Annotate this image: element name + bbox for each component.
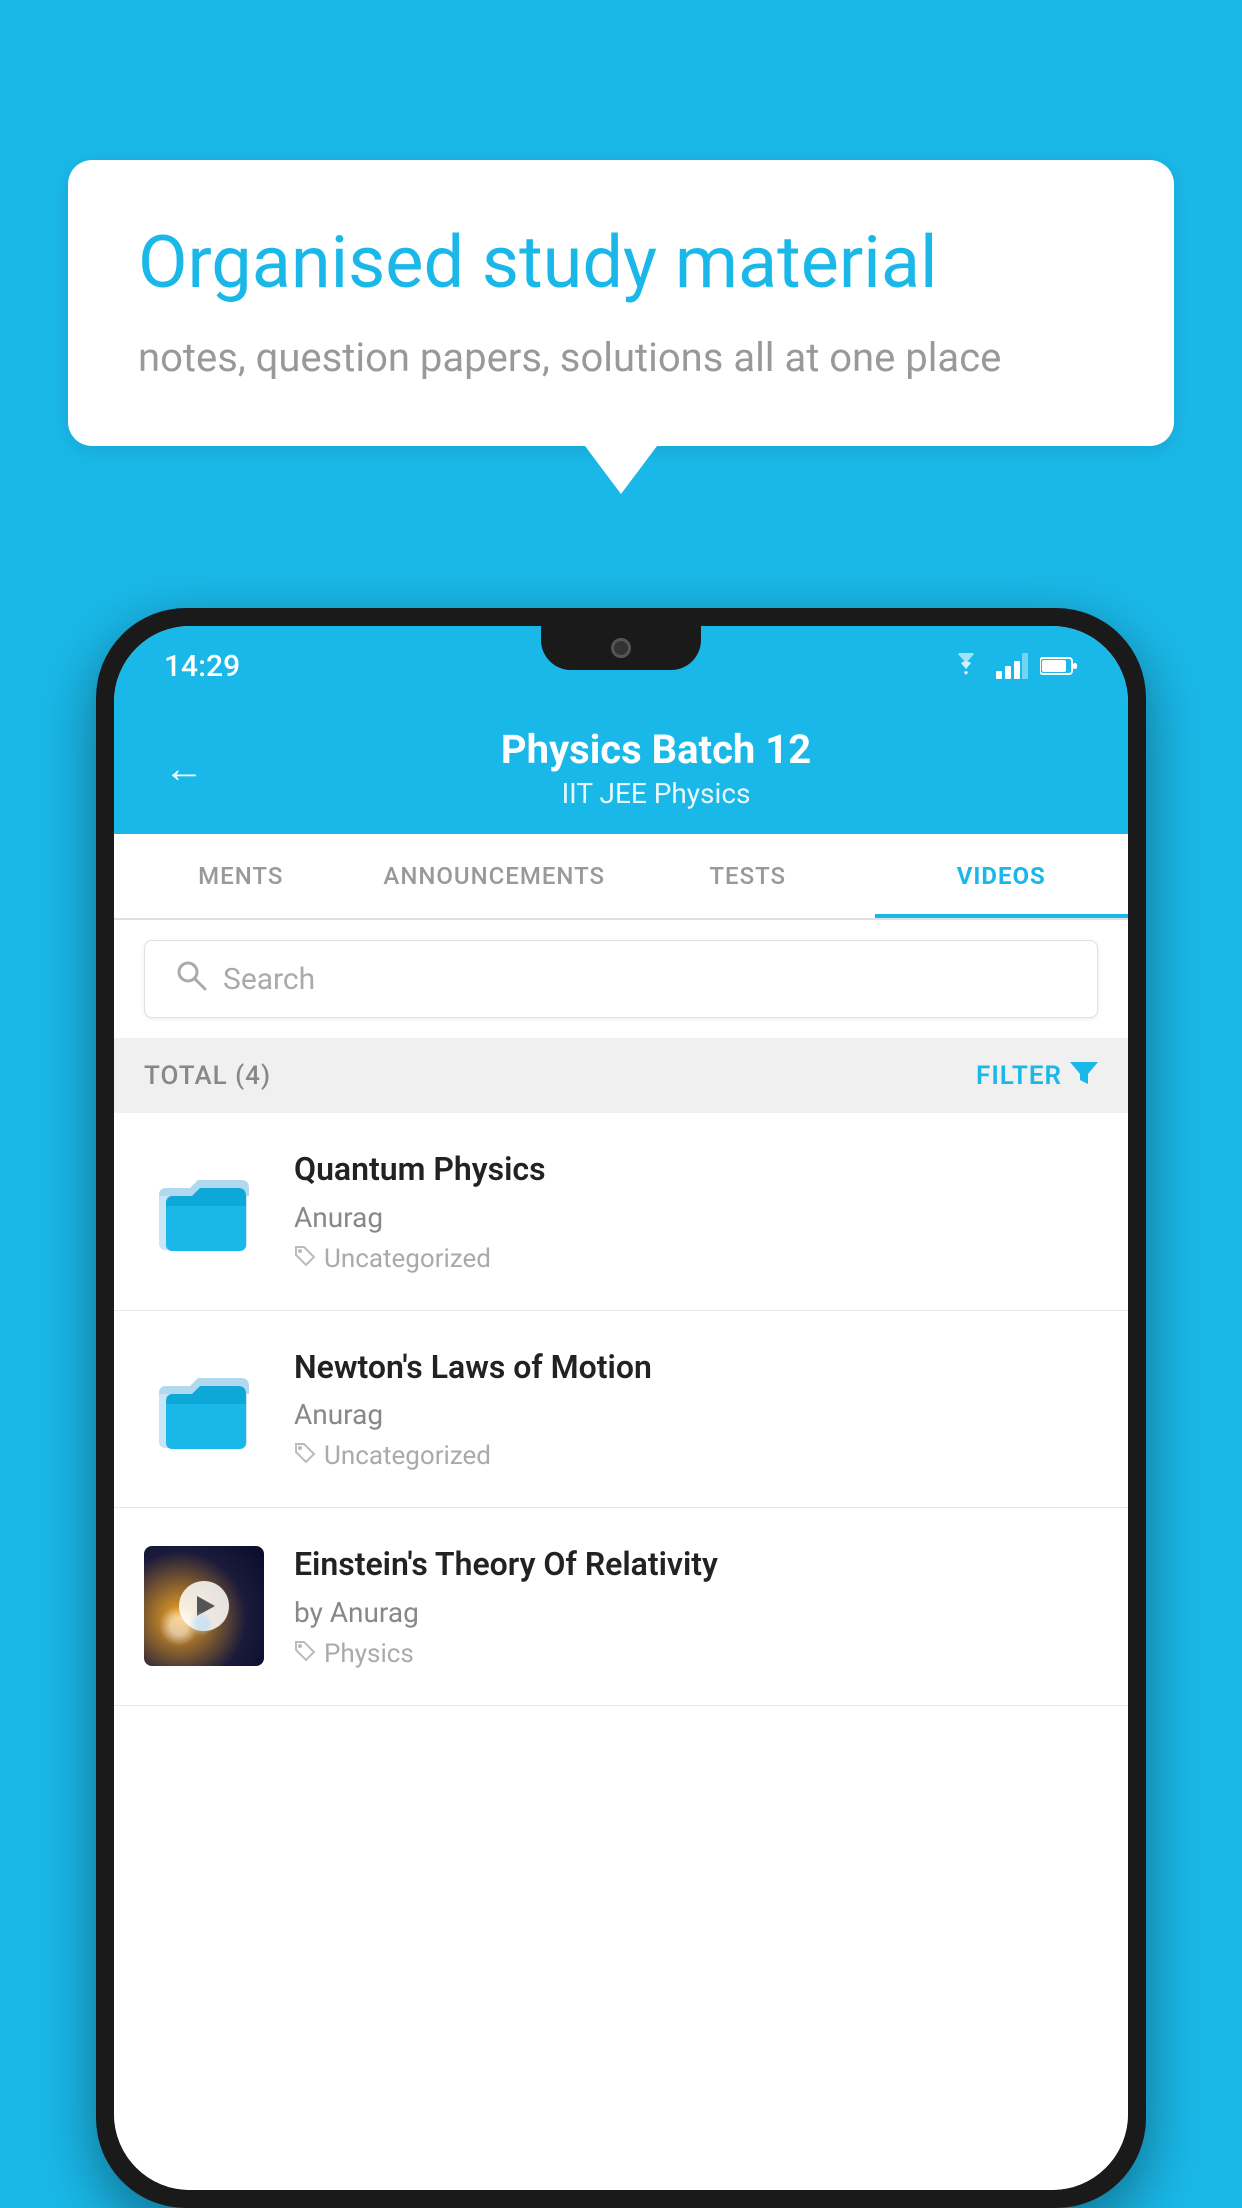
folder-icon-2: [154, 1364, 254, 1454]
video-info-3: Einstein's Theory Of Relativity by Anura…: [294, 1544, 1098, 1669]
tag-icon-2: [294, 1442, 316, 1470]
video-title-2: Newton's Laws of Motion: [294, 1347, 1098, 1389]
list-item[interactable]: Einstein's Theory Of Relativity by Anura…: [114, 1508, 1128, 1706]
video-author-1: Anurag: [294, 1201, 1098, 1234]
phone-screen: 14:29: [114, 626, 1128, 2190]
app-header: ← Physics Batch 12 IIT JEE Physics: [114, 706, 1128, 834]
video-info-2: Newton's Laws of Motion Anurag Uncategor…: [294, 1347, 1098, 1472]
tab-videos[interactable]: VIDEOS: [875, 834, 1129, 918]
video-info-1: Quantum Physics Anurag Uncategorized: [294, 1149, 1098, 1274]
video-thumbnail-2: [144, 1349, 264, 1469]
back-button[interactable]: ←: [164, 745, 204, 792]
tag-icon-3: [294, 1640, 316, 1668]
wifi-icon: [948, 653, 984, 679]
video-title-1: Quantum Physics: [294, 1149, 1098, 1191]
tab-announcements[interactable]: ANNOUNCEMENTS: [368, 834, 622, 918]
filter-bar: TOTAL (4) FILTER: [114, 1038, 1128, 1113]
tabs-bar: MENTS ANNOUNCEMENTS TESTS VIDEOS: [114, 834, 1128, 920]
video-tag-3: Physics: [294, 1639, 1098, 1669]
video-author-2: Anurag: [294, 1398, 1098, 1431]
header-subtitle: IIT JEE Physics: [234, 777, 1078, 810]
search-box[interactable]: Search: [144, 940, 1098, 1018]
status-icons: [948, 653, 1078, 679]
search-icon: [175, 959, 207, 999]
speech-bubble-arrow: [585, 446, 657, 494]
video-tag-text-1: Uncategorized: [324, 1244, 491, 1274]
list-item[interactable]: Quantum Physics Anurag Uncategorized: [114, 1113, 1128, 1311]
video-thumbnail-3: [144, 1546, 264, 1666]
signal-icon: [996, 653, 1028, 679]
tag-icon-1: [294, 1245, 316, 1273]
folder-icon-1: [154, 1166, 254, 1256]
total-label: TOTAL (4): [144, 1061, 271, 1091]
camera-dot: [611, 638, 631, 658]
tab-ments[interactable]: MENTS: [114, 834, 368, 918]
speech-bubble-container: Organised study material notes, question…: [68, 160, 1174, 494]
status-notch: [541, 626, 701, 670]
video-list: Quantum Physics Anurag Uncategorized: [114, 1113, 1128, 2190]
video-tag-text-2: Uncategorized: [324, 1441, 491, 1471]
status-bar: 14:29: [114, 626, 1128, 706]
phone-frame: 14:29: [96, 608, 1146, 2208]
search-container: Search: [114, 920, 1128, 1038]
speech-bubble-subtitle: notes, question papers, solutions all at…: [138, 330, 1104, 386]
speech-bubble-title: Organised study material: [138, 220, 1104, 306]
video-tag-text-3: Physics: [324, 1639, 414, 1669]
video-thumbnail-1: [144, 1151, 264, 1271]
filter-label: FILTER: [976, 1061, 1062, 1091]
list-item[interactable]: Newton's Laws of Motion Anurag Uncategor…: [114, 1311, 1128, 1509]
video-author-3: by Anurag: [294, 1596, 1098, 1629]
status-time: 14:29: [164, 649, 240, 684]
video-thumb-img-3: [144, 1546, 264, 1666]
orb2-decoration: [189, 1611, 214, 1636]
filter-button[interactable]: FILTER: [976, 1058, 1098, 1093]
video-tag-2: Uncategorized: [294, 1441, 1098, 1471]
header-title: Physics Batch 12: [234, 726, 1078, 773]
video-tag-1: Uncategorized: [294, 1244, 1098, 1274]
filter-icon: [1070, 1058, 1098, 1093]
battery-icon: [1040, 656, 1078, 676]
search-input[interactable]: Search: [223, 962, 315, 997]
video-title-3: Einstein's Theory Of Relativity: [294, 1544, 1098, 1586]
header-center: Physics Batch 12 IIT JEE Physics: [234, 726, 1078, 810]
speech-bubble: Organised study material notes, question…: [68, 160, 1174, 446]
tab-tests[interactable]: TESTS: [621, 834, 875, 918]
